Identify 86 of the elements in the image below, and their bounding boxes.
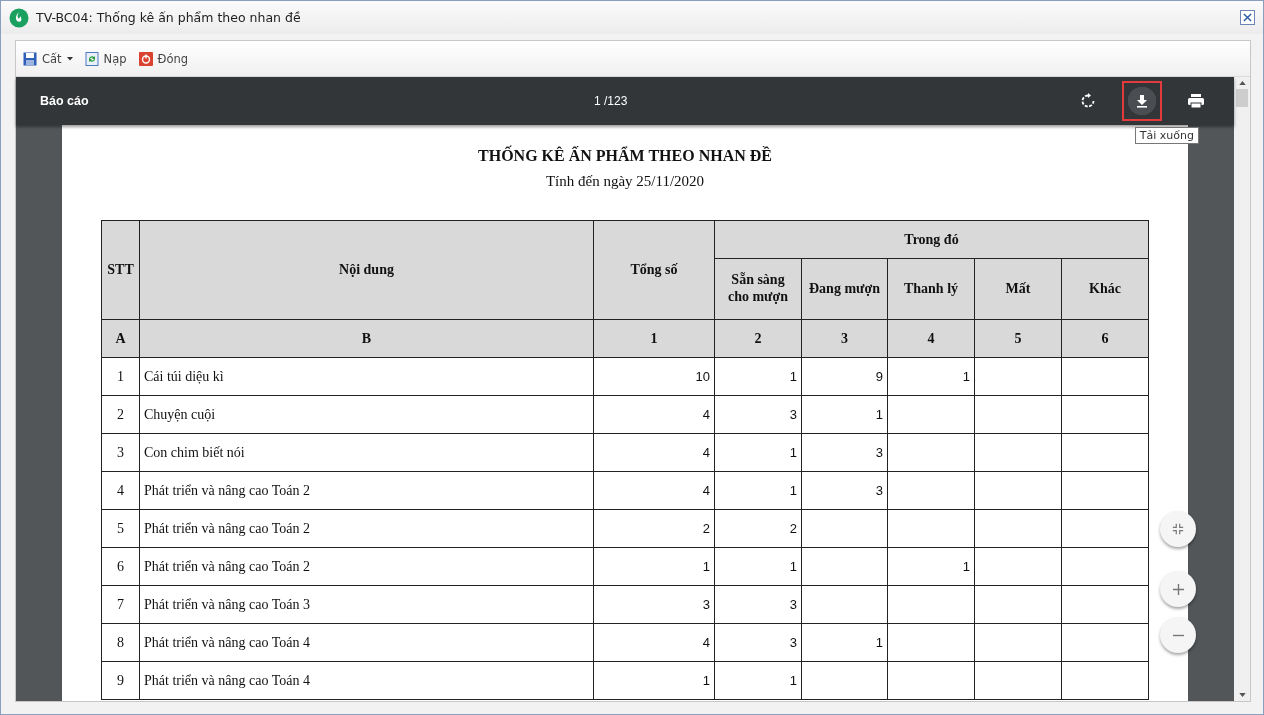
column-code: 2 xyxy=(714,319,802,358)
report-title: THỐNG KÊ ẤN PHẨM THEO NHAN ĐỀ xyxy=(478,147,772,165)
column-header: Mất xyxy=(974,258,1062,320)
table-cell: 1 xyxy=(593,547,715,586)
table-cell: 9 xyxy=(801,357,888,396)
table-cell: 3 xyxy=(801,433,888,472)
table-cell: 8 xyxy=(101,623,140,662)
table-cell: 1 xyxy=(101,357,140,396)
table-cell: Con chim biết nói xyxy=(139,433,594,472)
table-cell: Phát triển và nâng cao Toán 2 xyxy=(139,471,594,510)
table-cell: 1 xyxy=(801,395,888,434)
column-code: 4 xyxy=(887,319,975,358)
table-cell: 1 xyxy=(801,623,888,662)
column-code: 5 xyxy=(974,319,1062,358)
table-cell: 3 xyxy=(714,623,802,662)
column-code: 3 xyxy=(801,319,888,358)
table-cell: 3 xyxy=(714,395,802,434)
power-icon xyxy=(138,51,153,66)
fit-page-button[interactable] xyxy=(1160,511,1196,547)
table-cell: 1 xyxy=(714,547,802,586)
download-button[interactable] xyxy=(1122,81,1162,121)
report-subtitle: Tính đến ngày 25/11/2020 xyxy=(545,173,705,190)
tooltip: Tải xuống xyxy=(1134,127,1199,144)
table-cell: 1 xyxy=(714,471,802,510)
table-cell: 3 xyxy=(714,585,802,624)
scrollbar[interactable] xyxy=(1234,77,1250,701)
table-cell: 6 xyxy=(101,547,140,586)
table-cell: Cái túi diệu kì xyxy=(139,357,594,396)
column-header: STT xyxy=(101,220,140,320)
table-cell: Phát triển và nâng cao Toán 2 xyxy=(139,509,594,548)
rotate-icon xyxy=(1080,93,1096,109)
collapse-icon xyxy=(1172,523,1184,535)
column-header: Nội dung xyxy=(139,220,594,320)
table-cell: 1 xyxy=(887,547,975,586)
column-code: 6 xyxy=(1061,319,1149,358)
scrollbar-thumb[interactable] xyxy=(1236,89,1248,107)
table-cell: 2 xyxy=(593,509,715,548)
table-cell: 3 xyxy=(101,433,140,472)
print-icon xyxy=(1187,93,1205,109)
table-cell: 1 xyxy=(593,661,715,700)
table-cell: 4 xyxy=(101,471,140,510)
table-cell: Phát triển và nâng cao Toán 4 xyxy=(139,661,594,700)
column-header: Sẵn sàng cho mượn xyxy=(714,258,802,320)
table-cell: 7 xyxy=(101,585,140,624)
app-logo-icon xyxy=(9,7,29,28)
close-button[interactable] xyxy=(1240,10,1255,25)
table-cell: Phát triển và nâng cao Toán 3 xyxy=(139,585,594,624)
scroll-down-icon[interactable] xyxy=(1238,693,1246,697)
table-cell: 4 xyxy=(593,623,715,662)
table-cell: 1 xyxy=(714,661,802,700)
table-cell: Phát triển và nâng cao Toán 4 xyxy=(139,623,594,662)
zoom-out-button[interactable] xyxy=(1160,617,1196,653)
group-header: Trong đó xyxy=(714,220,1149,259)
table-cell: 3 xyxy=(593,585,715,624)
table-cell: Chuyện cuội xyxy=(139,395,594,434)
viewer-title: Báo cáo xyxy=(40,94,89,108)
reload-button[interactable]: Nạp xyxy=(81,49,130,68)
table-cell: 4 xyxy=(593,433,715,472)
refresh-icon xyxy=(84,51,99,66)
column-header: Đang mượn xyxy=(801,258,888,320)
table-cell: Phát triển và nâng cao Toán 2 xyxy=(139,547,594,586)
save-button[interactable]: Cất xyxy=(20,49,76,68)
table-cell: 4 xyxy=(593,395,715,434)
download-icon xyxy=(1134,93,1150,109)
column-header: Khác xyxy=(1061,258,1149,320)
table-cell: 4 xyxy=(593,471,715,510)
column-code: B xyxy=(139,319,594,358)
table-cell: 10 xyxy=(593,357,715,396)
column-code: 1 xyxy=(593,319,715,358)
column-code: A xyxy=(101,319,140,358)
close-report-button[interactable]: Đóng xyxy=(135,49,192,68)
table-cell: 3 xyxy=(801,471,888,510)
column-header: Tổng số xyxy=(593,220,715,320)
table-cell: 5 xyxy=(101,509,140,548)
table-cell: 1 xyxy=(714,433,802,472)
zoom-in-button[interactable] xyxy=(1160,571,1196,607)
plus-icon xyxy=(1171,582,1185,596)
window-title: TV-BC04: Thống kê ấn phẩm theo nhan đề xyxy=(36,10,302,25)
table-cell: 1 xyxy=(887,357,975,396)
table-cell: 2 xyxy=(714,509,802,548)
table-cell: 2 xyxy=(101,395,140,434)
page-counter: 1 /123 xyxy=(594,94,628,108)
table-cell: 9 xyxy=(101,661,140,700)
scroll-up-icon[interactable] xyxy=(1238,81,1246,85)
column-header: Thanh lý xyxy=(887,258,975,320)
table-cell: 1 xyxy=(714,357,802,396)
